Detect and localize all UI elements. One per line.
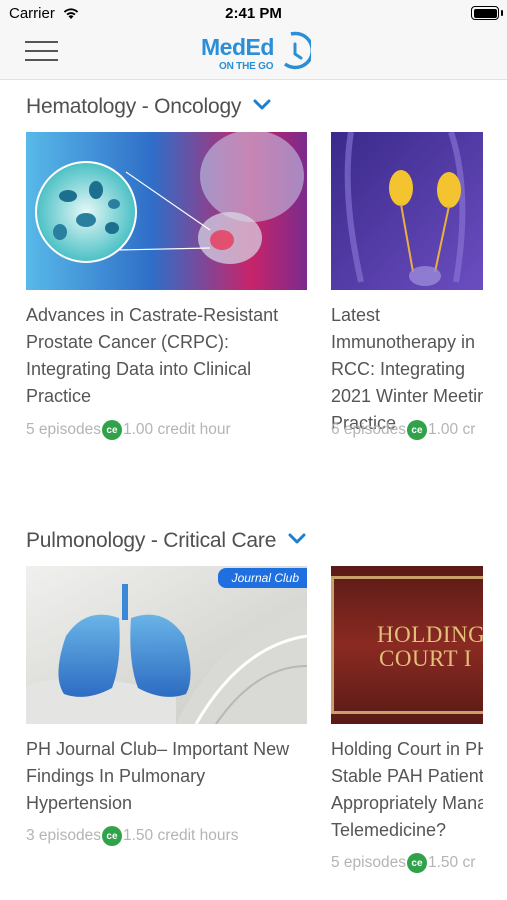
journal-club-tag: Journal Club — [217, 568, 307, 588]
course-title: PH Journal Club– Important New Findings … — [26, 739, 290, 813]
course-meta: 6 episodes ce 1.00 cr — [331, 420, 475, 440]
credit-hours: 1.50 cr — [427, 854, 476, 871]
episode-count: 6 episodes — [331, 421, 406, 438]
course-card[interactable]: Latest Immunotherapy in RCC: Integrating… — [331, 132, 483, 452]
course-thumbnail: HOLDING COURT I — [331, 566, 483, 724]
course-card[interactable]: Advances in Castrate-Resistant Prostate … — [26, 132, 307, 452]
episode-count: 5 episodes — [26, 421, 101, 438]
course-thumbnail — [26, 132, 307, 290]
clock-logo-icon — [283, 31, 311, 70]
status-bar: Carrier 2:41 PM — [0, 0, 507, 28]
hamburger-menu-icon[interactable] — [25, 39, 59, 65]
credit-hours: 1.00 credit hour — [122, 421, 231, 438]
logo-subtext: ON THE GO — [219, 61, 274, 72]
ce-badge-icon: ce — [406, 853, 427, 873]
credit-hours: 1.50 credit hours — [122, 827, 239, 844]
section-title: Pulmonology - Critical Care — [26, 529, 277, 552]
section-title: Hematology - Oncology — [26, 95, 242, 118]
chevron-down-icon[interactable] — [253, 99, 271, 110]
thumbnail-text-2: COURT I — [379, 646, 473, 671]
course-title: Holding Court in PH Stable PAH Patient A… — [331, 739, 483, 840]
battery-cap — [501, 10, 503, 16]
ce-badge-icon: ce — [101, 420, 122, 440]
section-header[interactable]: Pulmonology - Critical Care — [26, 526, 306, 556]
ce-badge-icon: ce — [101, 826, 122, 846]
course-meta: 3 episodes ce 1.50 credit hours — [26, 826, 238, 846]
credit-hours: 1.00 cr — [427, 421, 476, 438]
course-thumbnail — [26, 566, 307, 724]
logo-text: MedEd — [201, 34, 274, 60]
course-meta: 5 episodes ce 1.00 credit hour — [26, 420, 231, 440]
course-thumbnail — [331, 132, 483, 290]
episode-count: 5 episodes — [331, 854, 406, 871]
course-title: Advances in Castrate-Resistant Prostate … — [26, 305, 279, 406]
section-header[interactable]: Hematology - Oncology — [26, 92, 271, 122]
course-card[interactable]: HOLDING COURT I Holding Court in PH Stab… — [331, 566, 483, 886]
thumbnail-text-1: HOLDING — [377, 622, 483, 647]
episode-count: 3 episodes — [26, 827, 101, 844]
battery-icon — [471, 6, 499, 20]
nav-bar: MedEd ON THE GO — [0, 28, 507, 80]
section-hematology-oncology: Hematology - Oncology Advances in Castra… — [0, 80, 507, 500]
ce-badge-icon: ce — [406, 420, 427, 440]
status-time: 2:41 PM — [225, 5, 282, 22]
section-pulmonology-critical-care: Pulmonology - Critical Care Journal Club… — [0, 514, 507, 900]
course-meta: 5 episodes ce 1.50 cr — [331, 853, 475, 873]
app-logo: MedEd ON THE GO — [197, 28, 313, 80]
course-title: Latest Immunotherapy in RCC: Integrating… — [331, 305, 483, 433]
chevron-down-icon[interactable] — [288, 533, 306, 544]
course-card[interactable]: Journal Club PH Journal Club– Important … — [26, 566, 307, 856]
